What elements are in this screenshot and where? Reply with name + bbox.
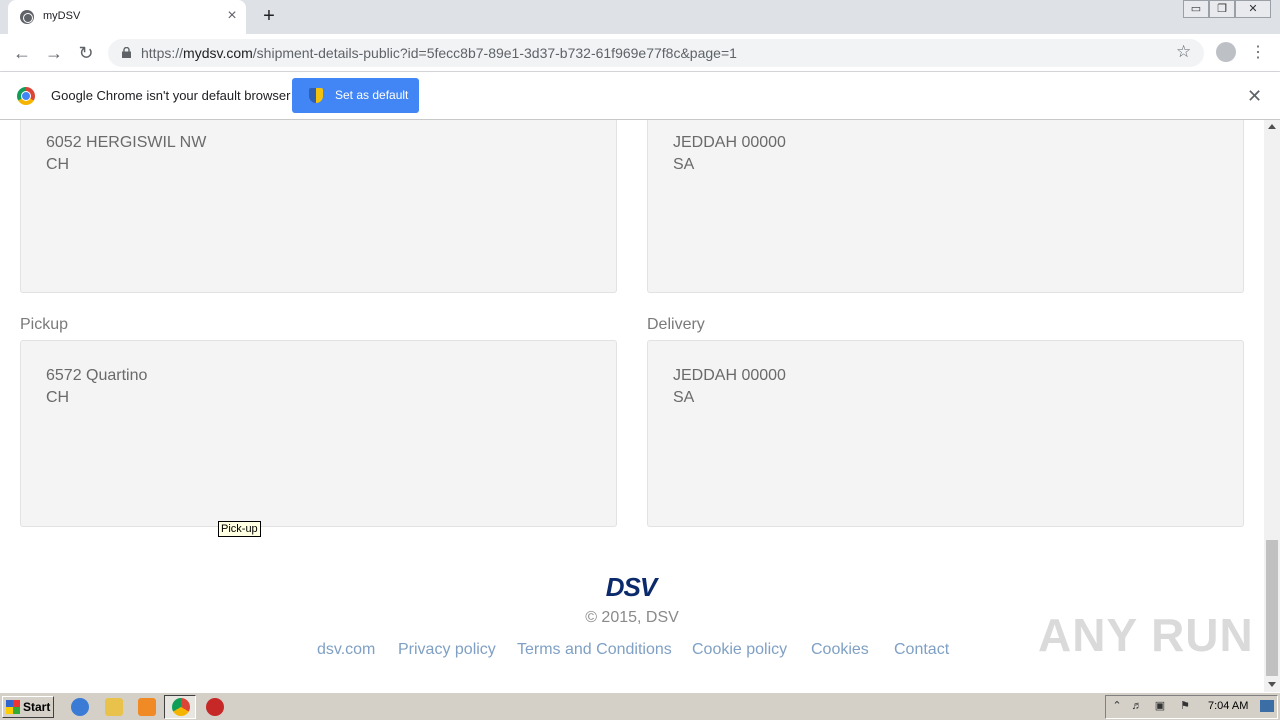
address-line-2: CH — [46, 156, 70, 173]
svg-text:DSV: DSV — [606, 575, 660, 599]
default-browser-infobar: Google Chrome isn't your default browser… — [0, 72, 1280, 120]
bookmark-star-icon[interactable]: ☆ — [1176, 42, 1191, 62]
lock-icon — [122, 47, 131, 58]
footer-link-cookie-policy[interactable]: Cookie policy — [692, 641, 787, 659]
footer-link-cookies[interactable]: Cookies — [811, 641, 869, 659]
action-center-flag-icon[interactable]: ⚑ — [1178, 700, 1192, 712]
new-tab-button[interactable]: + — [258, 6, 280, 28]
address-line-2: SA — [673, 156, 695, 173]
address-line-2: SA — [673, 389, 695, 406]
shield-icon — [309, 88, 323, 103]
address-bar[interactable]: https://mydsv.com/shipment-details-publi… — [108, 39, 1204, 67]
windows-flag-icon — [6, 700, 20, 714]
address-box-origin: 6052 HERGISWIL NW CH — [20, 120, 617, 293]
tooltip: Pick-up — [218, 521, 261, 537]
footer-link-terms[interactable]: Terms and Conditions — [517, 641, 672, 659]
restore-button[interactable]: ❐ — [1209, 0, 1235, 18]
delivery-address-box: JEDDAH 00000 SA — [647, 340, 1244, 527]
back-arrow-icon[interactable]: ← — [11, 42, 33, 64]
taskbar-clock[interactable]: 7:04 AM — [1208, 700, 1248, 712]
tab-strip: myDSV × + ▭ ❐ ✕ — [0, 0, 1280, 34]
chrome-icon — [172, 698, 190, 716]
pickup-label: Pickup — [20, 316, 69, 333]
infobar-message: Google Chrome isn't your default browser — [51, 88, 291, 103]
footer-link-contact[interactable]: Contact — [894, 641, 949, 659]
anyrun-watermark: ANY RUN — [1038, 609, 1254, 661]
url-path: /shipment-details-public?id=5fecc8b7-89e… — [252, 45, 737, 61]
set-as-default-button[interactable]: Set as default — [292, 78, 419, 113]
address-line-2: CH — [46, 389, 70, 406]
scroll-thumb[interactable] — [1266, 540, 1278, 676]
media-player-icon[interactable] — [138, 698, 156, 716]
profile-avatar-icon[interactable] — [1216, 42, 1236, 62]
forward-arrow-icon[interactable]: → — [43, 42, 65, 64]
delivery-label: Delivery — [647, 316, 705, 333]
address-line-1: 6052 HERGISWIL NW — [46, 134, 207, 151]
browser-toolbar: ← → ↻ https://mydsv.com/shipment-details… — [0, 34, 1280, 72]
volume-icon[interactable]: ♬ — [1130, 700, 1144, 712]
minimize-button[interactable]: ▭ — [1183, 0, 1209, 18]
show-desktop-icon[interactable] — [1260, 700, 1274, 712]
folder-icon[interactable] — [105, 698, 123, 716]
browser-tab[interactable]: myDSV × — [8, 0, 246, 34]
address-line-1: JEDDAH 00000 — [673, 134, 786, 151]
tab-title: myDSV — [43, 10, 81, 22]
address-line-1: JEDDAH 00000 — [673, 367, 786, 384]
tray-expand-icon[interactable]: ⌃ — [1110, 700, 1124, 712]
warning-icon[interactable] — [206, 698, 224, 716]
menu-dots-icon[interactable]: ⋮ — [1250, 42, 1266, 64]
infobar-close-icon[interactable]: ✕ — [1247, 86, 1262, 107]
url-scheme: https:// — [141, 45, 184, 61]
close-tab-icon[interactable]: × — [224, 8, 240, 24]
page-content: 6052 HERGISWIL NW CH JEDDAH 00000 SA Pic… — [0, 120, 1264, 692]
set-as-default-label: Set as default — [335, 88, 409, 102]
window-close-button[interactable]: ✕ — [1235, 0, 1271, 18]
taskbar-chrome-button[interactable] — [164, 695, 196, 719]
globe-icon — [20, 10, 34, 24]
dsv-logo[interactable]: DSV — [596, 575, 666, 599]
url-text: https://mydsv.com/shipment-details-publi… — [141, 45, 737, 61]
internet-explorer-icon[interactable] — [71, 698, 89, 716]
start-label: Start — [23, 700, 51, 714]
network-icon[interactable]: ▣ — [1153, 700, 1167, 712]
url-host: mydsv.com — [183, 45, 253, 61]
footer-link-privacy[interactable]: Privacy policy — [398, 641, 496, 659]
scroll-up-icon[interactable] — [1268, 124, 1276, 129]
reload-icon[interactable]: ↻ — [75, 42, 97, 64]
start-button[interactable]: Start — [2, 696, 54, 718]
address-line-1: 6572 Quartino — [46, 367, 148, 384]
address-box-destination: JEDDAH 00000 SA — [647, 120, 1244, 293]
pickup-address-box: 6572 Quartino CH — [20, 340, 617, 527]
chrome-logo-icon — [17, 87, 35, 105]
vertical-scrollbar[interactable] — [1264, 120, 1280, 692]
scroll-down-icon[interactable] — [1268, 682, 1276, 687]
windows-taskbar: Start ⌃ ♬ ▣ ⚑ 7:04 AM — [0, 692, 1280, 720]
footer-link-dsv[interactable]: dsv.com — [317, 641, 375, 659]
